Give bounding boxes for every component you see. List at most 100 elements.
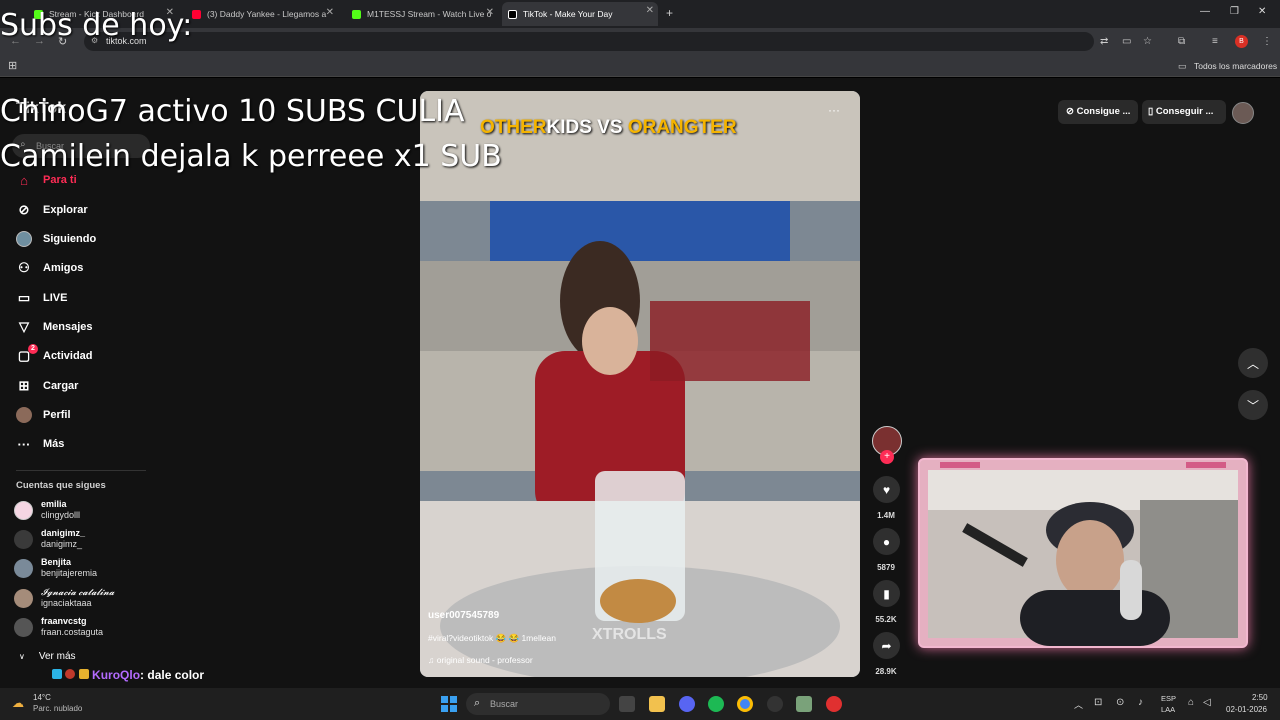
following-title: Cuentas que sigues (16, 480, 106, 491)
follow-plus-icon[interactable]: + (880, 450, 894, 464)
video-sound[interactable]: ♫ original sound - professor (428, 655, 533, 665)
task-view-icon[interactable] (619, 696, 635, 712)
tray-app-icon[interactable]: ⊙ (1116, 697, 1124, 708)
volume-icon[interactable]: ◁ (1203, 697, 1211, 708)
see-more-button[interactable]: ∨ Ver más (19, 651, 76, 662)
all-bookmarks-link[interactable]: Todos los marcadores (1194, 61, 1277, 71)
followed-account[interactable]: danigimz_ danigimz_ (14, 526, 85, 552)
kick-icon (352, 9, 361, 19)
bookmarks-bar: ⊞ ▭ Todos los marcadores (0, 55, 1280, 77)
url-field[interactable]: ⚙ tiktok.com (84, 32, 1094, 51)
get-coins-button[interactable]: ⊘ Consigue ... (1058, 100, 1138, 124)
language-bottom[interactable]: LAA (1161, 705, 1175, 714)
nav-mensajes[interactable]: ▽ Mensajes (16, 316, 93, 338)
minimize-icon[interactable]: — (1200, 6, 1210, 17)
sound-label: original sound - professor (436, 655, 533, 665)
comment-button[interactable]: ● (873, 528, 900, 555)
obs-icon[interactable] (767, 696, 783, 712)
windows-start-icon[interactable] (441, 696, 457, 712)
language-top[interactable]: ESP (1161, 694, 1176, 703)
account-handle: benjitajeremia (41, 568, 98, 578)
cast-icon[interactable]: ▭ (1122, 36, 1131, 47)
nav-explorar[interactable]: ⊘ Explorar (16, 199, 88, 221)
nav-amigos[interactable]: ⚇ Amigos (16, 257, 83, 279)
chevron-up-icon: ︿ (1246, 356, 1259, 371)
nav-live[interactable]: ▭ LIVE (16, 287, 68, 309)
tab-close-icon[interactable]: ✕ (326, 7, 334, 18)
video-more-icon[interactable]: ··· (828, 103, 840, 117)
weather-temp[interactable]: 14°C (33, 693, 51, 702)
chevron-down-icon: ﹀ (1246, 398, 1259, 413)
tab-title: M1TESSJ Stream - Watch Live o (367, 9, 492, 19)
nav-label: Explorar (43, 204, 88, 216)
new-tab-icon[interactable]: + (666, 6, 673, 20)
spotify-icon[interactable] (708, 696, 724, 712)
nav-mas[interactable]: ··· Más (16, 433, 65, 455)
translate-icon[interactable]: ⇄ (1100, 36, 1108, 47)
nav-label: Cargar (43, 380, 79, 392)
weather-icon: ☁ (12, 696, 24, 710)
apps-grid-icon[interactable]: ⊞ (8, 59, 17, 72)
microphone-icon[interactable]: ♪ (1138, 697, 1143, 708)
tray-chevron-icon[interactable]: ︿ (1074, 698, 1083, 711)
chevron-down-icon: ∨ (19, 652, 25, 661)
close-window-icon[interactable]: ✕ (1258, 6, 1266, 17)
video-author[interactable]: user007545789 (428, 610, 499, 621)
clock-time[interactable]: 2:50 (1252, 693, 1268, 702)
restore-icon[interactable]: ❐ (1230, 6, 1239, 17)
tab-close-icon[interactable]: ✕ (646, 5, 654, 16)
tiktok-icon (508, 9, 517, 19)
video-caption: #viral?videotiktok 😂 😂 1mellean (428, 633, 556, 643)
followed-account[interactable]: emilia clingydolll (14, 497, 80, 523)
bookmark-star-icon[interactable]: ☆ (1143, 36, 1152, 47)
extensions-icon[interactable]: ⧉ (1178, 36, 1185, 47)
tray-app-icon[interactable]: ⊡ (1094, 697, 1102, 708)
clock-date[interactable]: 02-01-2026 (1226, 705, 1267, 714)
nav-perfil[interactable]: Perfil (16, 404, 71, 426)
search-placeholder: Buscar (490, 699, 519, 709)
profile-avatar-icon[interactable]: B (1235, 35, 1248, 48)
nav-siguiendo[interactable]: Siguiendo (16, 228, 96, 250)
share-button[interactable]: ➦ (873, 632, 900, 659)
network-icon[interactable]: ⌂ (1188, 697, 1194, 708)
tab-kick-stream[interactable]: M1TESSJ Stream - Watch Live o ✕ (346, 4, 498, 24)
windows-taskbar: ☁ 14°C Parc. nublado ⌕ Buscar ︿ ⊡ ⊙ ♪ ES… (0, 688, 1280, 720)
nav-cargar[interactable]: ⊞ Cargar (16, 375, 79, 397)
activity-icon: ▢ 2 (16, 344, 38, 364)
tab-tiktok[interactable]: TikTok - Make Your Day ✕ (502, 2, 658, 26)
save-count: 55.2K (875, 615, 897, 624)
discord-icon[interactable] (679, 696, 695, 712)
chrome-icon[interactable] (737, 696, 753, 712)
app-icon[interactable] (826, 696, 842, 712)
avatar (14, 500, 33, 520)
profile-icon (16, 407, 32, 423)
user-avatar[interactable] (1232, 102, 1254, 124)
button-label: Consigue ... (1076, 106, 1131, 117)
reading-list-icon[interactable]: ≡ (1212, 36, 1218, 47)
divider (16, 470, 146, 471)
save-button[interactable]: ▮ (873, 580, 900, 607)
previous-video-button[interactable]: ︿ (1238, 348, 1268, 378)
nav-actividad[interactable]: ▢ 2 Actividad (16, 344, 93, 367)
next-video-button[interactable]: ﹀ (1238, 390, 1268, 420)
get-app-button[interactable]: ▯ Conseguir ... (1142, 100, 1226, 124)
button-label: Conseguir ... (1155, 106, 1214, 117)
file-explorer-icon[interactable] (649, 696, 665, 712)
friends-icon: ⚇ (18, 260, 30, 275)
video-player[interactable]: OTHERKIDS VS ORANGTER ··· user007545789 … (420, 91, 860, 677)
menu-dots-icon[interactable]: ⋮ (1262, 36, 1272, 47)
subs-line: Camilein dejala k perreee x1 SUB (0, 139, 502, 174)
like-button[interactable]: ♥ (873, 476, 900, 503)
followed-account[interactable]: fraanvcstg fraan.costaguta (14, 614, 103, 640)
tab-close-icon[interactable]: ✕ (486, 7, 494, 18)
share-count: 28.9K (875, 667, 897, 676)
taskbar-search[interactable]: ⌕ Buscar (466, 693, 610, 715)
app-icon[interactable] (796, 696, 812, 712)
avatar (14, 588, 33, 608)
search-icon: ⌕ (474, 697, 481, 709)
tab-youtube[interactable]: (3) Daddy Yankee - Llegamos a ✕ (186, 4, 338, 24)
account-handle: danigimz_ (41, 539, 83, 549)
weather-desc[interactable]: Parc. nublado (33, 704, 82, 713)
followed-account[interactable]: Benjita benjitajeremia (14, 555, 97, 581)
followed-account[interactable]: 𝓘𝓰𝓷𝓪𝓬𝓲𝓪 𝓬𝓪𝓽𝓪𝓵𝓲𝓷𝓪 ignaciaktaaa (14, 585, 114, 611)
